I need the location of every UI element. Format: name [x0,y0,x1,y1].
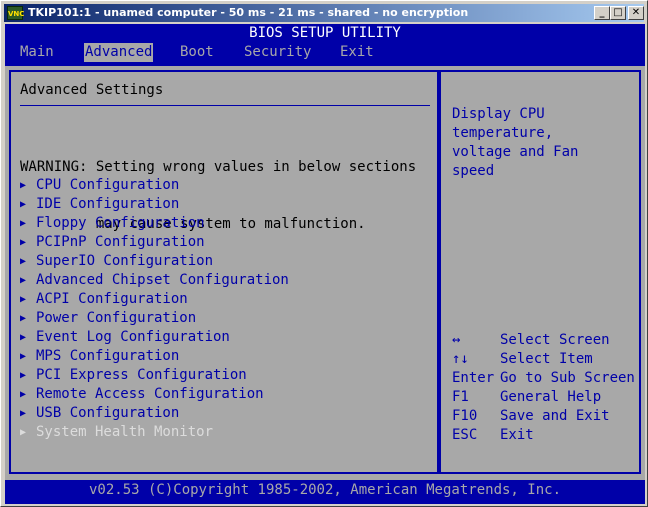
warning-line-1: WARNING: Setting wrong values in below s… [20,159,417,175]
help-line: speed [452,163,495,179]
submenu-arrow-icon: ▶ [20,427,27,438]
submenu-arrow-icon: ▶ [20,237,27,248]
submenu-item[interactable]: ▶ PCI Express Configuration [20,366,289,385]
submenu-item-label: MPS Configuration [36,348,180,364]
submenu-arrow-icon: ▶ [20,332,27,343]
copyright-footer: v02.53 (C)Copyright 1985-2002, American … [88,482,561,498]
tab-boot[interactable]: Boot [180,43,214,62]
key-legend: ↔ Select Screen ↑↓ Select Item Enter Go to Su… [452,331,635,445]
window-title: TKIP101:1 - unamed computer - 50 ms - 21… [28,6,469,19]
tab-advanced[interactable]: Advanced [84,43,154,62]
submenu-item[interactable]: ▶ PCIPnP Configuration [20,233,289,252]
submenu-item[interactable]: ▶ USB Configuration [20,404,289,423]
submenu-item-label: ACPI Configuration [36,291,188,307]
section-title: Advanced Settings [20,82,164,98]
tab-main[interactable]: Main [20,43,54,62]
submenu-arrow-icon: ▶ [20,294,27,305]
submenu-item[interactable]: ▶ MPS Configuration [20,347,289,366]
key-name: F1 [452,389,469,405]
submenu-item-label: SuperIO Configuration [36,253,214,269]
submenu-arrow-icon: ▶ [20,180,27,191]
vnc-window: VNC TKIP101:1 - unamed computer - 50 ms … [0,0,648,507]
submenu-item[interactable]: ▶ CPU Configuration [20,176,289,195]
key-name: ↔ [452,332,461,348]
submenu-item[interactable]: ▶ IDE Configuration [20,195,289,214]
submenu-arrow-icon: ▶ [20,199,27,210]
submenu-item-label: PCI Express Configuration [36,367,247,383]
close-button[interactable]: ✕ [628,6,644,20]
key-action: Save and Exit [500,408,610,424]
submenu-item-label: IDE Configuration [36,196,180,212]
help-text: Display CPU temperature, voltage and Fan… [452,105,632,181]
key-action: Go to Sub Screen [500,370,635,386]
key-action: Exit [500,427,534,443]
help-line: temperature, [452,125,554,141]
submenu-item[interactable]: ▶ ACPI Configuration [20,290,289,309]
key-legend-row: ESC Exit [452,426,635,445]
submenu-item-label: USB Configuration [36,405,180,421]
window-titlebar[interactable]: VNC TKIP101:1 - unamed computer - 50 ms … [4,4,644,22]
bios-menu-bar: Main Advanced Boot Security Exit [5,43,645,62]
submenu-item: ▶ System Health Monitor [20,423,289,442]
submenu-arrow-icon: ▶ [20,351,27,362]
submenu-arrow-icon: ▶ [20,389,27,400]
submenu-item-label: PCIPnP Configuration [36,234,205,250]
tab-security[interactable]: Security [244,43,311,62]
key-legend-row: ↔ Select Screen [452,331,635,350]
submenu-item-label: Power Configuration [36,310,197,326]
submenu-item-label: System Health Monitor [36,424,214,440]
key-name: Enter [452,370,495,386]
submenu-arrow-icon: ▶ [20,408,27,419]
submenu-item[interactable]: ▶ Power Configuration [20,309,289,328]
minimize-button[interactable]: _ [594,6,610,20]
maximize-button[interactable]: □ [610,6,626,20]
tab-exit[interactable]: Exit [340,43,374,62]
key-legend-row: F1 General Help [452,388,635,407]
key-action: Select Screen [500,332,610,348]
section-divider [20,105,430,106]
submenu-item[interactable]: ▶ Event Log Configuration [20,328,289,347]
key-name: ESC [452,427,478,443]
submenu-list: ▶ CPU Configuration ▶ IDE Configuration ▶ Flo… [20,176,289,442]
key-action: General Help [500,389,602,405]
submenu-arrow-icon: ▶ [20,313,27,324]
submenu-arrow-icon: ▶ [20,275,27,286]
key-legend-row: F10 Save and Exit [452,407,635,426]
submenu-item[interactable]: ▶ Advanced Chipset Configuration [20,271,289,290]
submenu-arrow-icon: ▶ [20,256,27,267]
key-action: Select Item [500,351,593,367]
submenu-item-label: Event Log Configuration [36,329,230,345]
bios-header-title: BIOS SETUP UTILITY [249,25,401,41]
help-line: voltage and Fan [452,144,579,160]
vnc-app-icon[interactable]: VNC [7,6,24,20]
key-legend-row: Enter Go to Sub Screen [452,369,635,388]
submenu-item-label: Floppy Configuration [36,215,205,231]
submenu-item[interactable]: ▶ SuperIO Configuration [20,252,289,271]
key-name: ↑↓ [452,351,469,367]
help-line: Display CPU [452,106,545,122]
key-legend-row: ↑↓ Select Item [452,350,635,369]
submenu-item-label: CPU Configuration [36,177,180,193]
submenu-item-label: Remote Access Configuration [36,386,264,402]
bios-panel: Advanced Settings WARNING: Setting wrong… [5,66,645,480]
submenu-item[interactable]: ▶ Floppy Configuration [20,214,289,233]
submenu-item[interactable]: ▶ Remote Access Configuration [20,385,289,404]
key-name: F10 [452,408,478,424]
submenu-arrow-icon: ▶ [20,370,27,381]
bios-screen: BIOS SETUP UTILITY Main Advanced Boot Se… [5,24,645,504]
submenu-arrow-icon: ▶ [20,218,27,229]
submenu-item-label: Advanced Chipset Configuration [36,272,289,288]
